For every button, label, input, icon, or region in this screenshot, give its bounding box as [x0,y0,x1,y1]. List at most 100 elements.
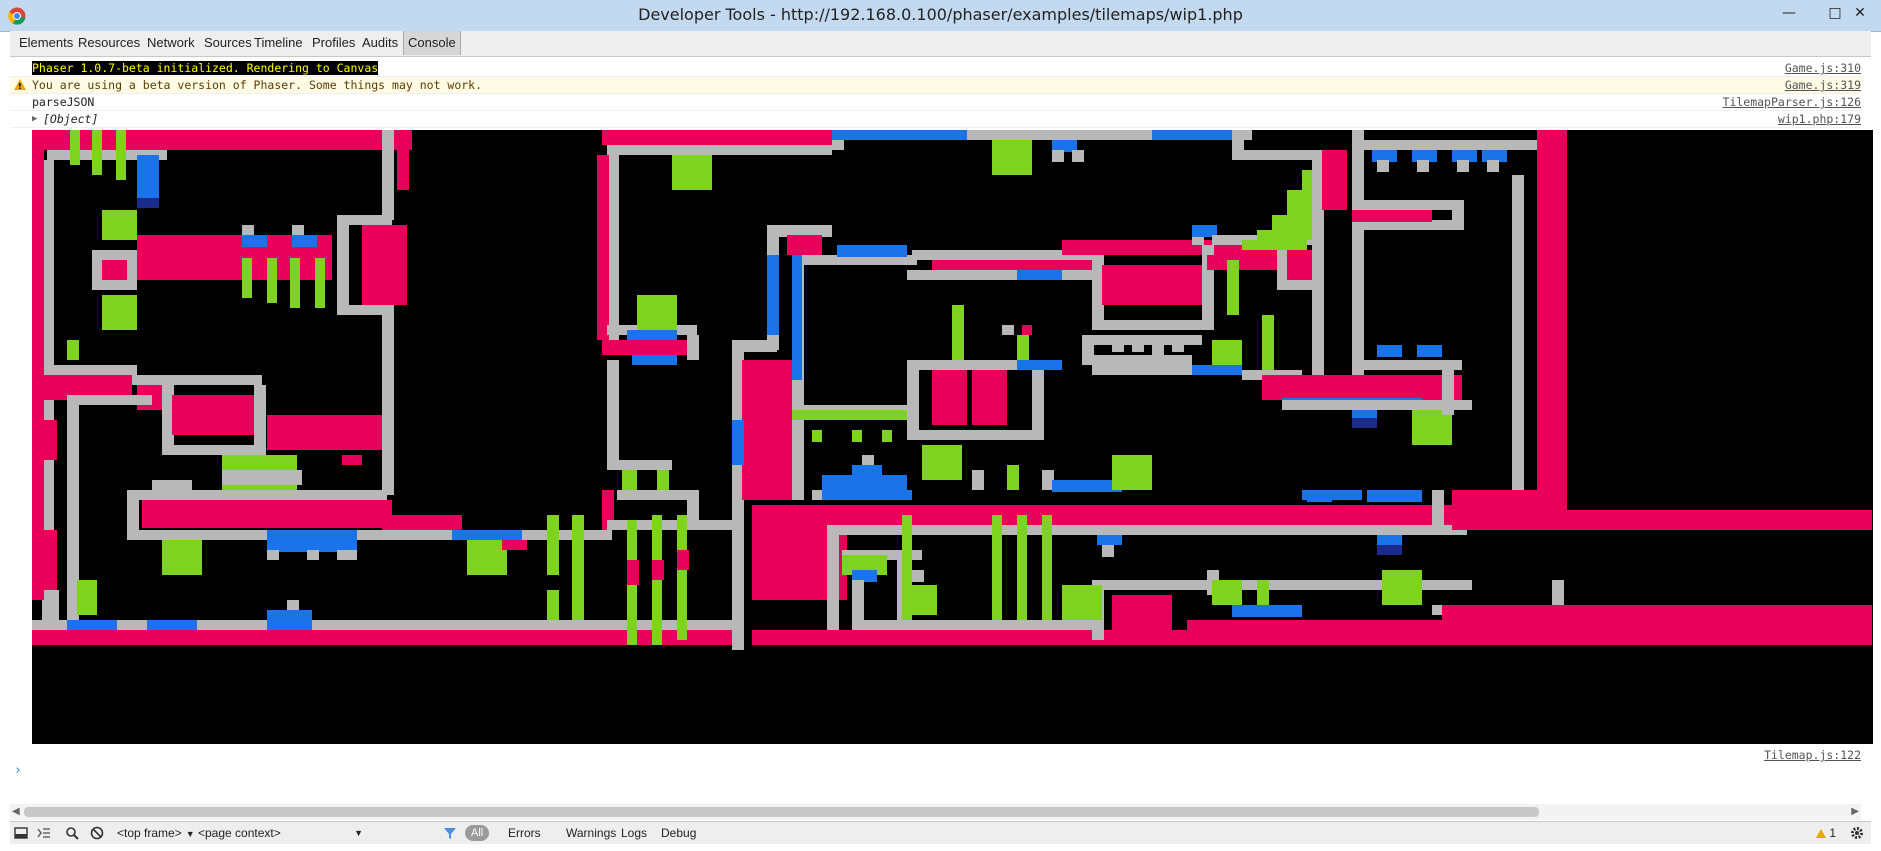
tile-block [147,620,197,630]
tile-block [837,245,907,257]
filter-errors-button[interactable]: Errors [508,822,541,844]
tile-block [852,430,862,442]
tile-block [47,590,59,630]
source-link[interactable]: Tilemap.js:122 [1764,747,1861,763]
tile-block [1352,210,1432,222]
tile-block [832,130,967,140]
tile-block [932,370,967,425]
message-text: [Object] [43,112,99,126]
tile-block [1487,160,1499,172]
tile-block [1272,215,1312,230]
source-link[interactable]: wip1.php:179 [1778,111,1861,127]
tile-block [1382,570,1422,605]
tile-block [287,600,299,610]
tile-block [852,620,1092,630]
tile-block [1377,545,1402,555]
filter-logs-button[interactable]: Logs [621,822,647,844]
tile-block [137,155,159,200]
tile-block [1112,340,1124,352]
tile-block [672,155,712,190]
warning-icon [14,79,26,95]
context-select[interactable]: <page context> ▼ [198,822,363,844]
tile-block [597,155,609,340]
source-link[interactable]: TilemapParser.js:126 [1723,94,1861,110]
tab-elements[interactable]: Elements [15,31,77,55]
tile-block [1512,175,1524,515]
tile-block [1417,345,1442,357]
tile-block [852,465,882,480]
tile-block [637,295,677,330]
tile-block [67,340,79,360]
tab-resources[interactable]: Resources [74,31,144,55]
tile-block [1257,230,1312,240]
minimize-button[interactable]: — [1766,0,1812,26]
tile-block [77,580,97,615]
tile-block [1377,345,1402,357]
tile-block [972,370,1007,425]
tile-block [1452,510,1872,530]
tile-block [952,305,964,360]
filter-warnings-button[interactable]: Warnings [566,822,616,844]
tile-block [397,150,409,190]
gear-icon[interactable] [1850,826,1864,840]
scroll-right-icon[interactable]: ▶ [1851,804,1859,820]
expand-triangle-icon[interactable]: ▶ [32,111,37,127]
source-link[interactable]: Game.js:310 [1785,60,1861,76]
tile-block [862,455,874,465]
tile-block [1017,360,1062,370]
tile-block [1172,340,1184,352]
tile-block [162,540,202,575]
console-drawer-icon[interactable] [37,826,51,840]
filter-icon[interactable] [443,826,457,840]
tile-block [767,255,779,335]
tab-network[interactable]: Network [143,31,199,55]
tab-timeline[interactable]: Timeline [250,31,307,55]
tile-block [1192,365,1242,375]
source-link[interactable]: Game.js:319 [1785,77,1861,93]
tile-block [1457,160,1469,172]
tile-block [607,460,672,470]
tile-block [1092,320,1212,330]
tab-audits[interactable]: Audits [358,31,402,55]
tile-block [632,355,677,365]
console-prompt-input[interactable]: › [14,763,22,778]
horizontal-scrollbar[interactable]: ◀ ▶ [10,804,1861,820]
tile-block [292,235,317,247]
tile-block [607,520,737,530]
console-object-message[interactable]: ▶ [Object] wip1.php:179 [10,111,1861,128]
tile-block [127,375,262,385]
window-title: Developer Tools - http://192.168.0.100/p… [638,5,1243,24]
close-button[interactable]: ✕ [1840,0,1880,26]
clear-console-icon[interactable] [90,826,104,840]
tile-block [290,258,300,308]
tile-block [47,365,137,375]
chevron-down-icon: ▼ [185,829,195,839]
tile-block [912,585,937,615]
tile-block [1062,585,1102,620]
tile-block [267,258,277,303]
tab-sources[interactable]: Sources [200,31,256,55]
tile-block [315,258,325,308]
tile-block [607,145,832,155]
tile-block [1442,370,1454,415]
tile-block [102,260,127,280]
filter-debug-button[interactable]: Debug [661,822,696,844]
filter-all-button[interactable]: All [465,825,490,841]
tile-block [1352,140,1552,150]
tile-block [1277,280,1317,290]
frame-select[interactable]: <top frame> ▼ [117,822,195,844]
scroll-left-icon[interactable]: ◀ [12,804,20,820]
search-icon[interactable] [65,826,79,840]
tile-block [912,570,924,582]
tile-block [852,580,864,625]
tile-block [307,550,319,560]
tile-block [1367,490,1422,502]
tile-block [792,410,907,420]
tile-block [32,130,44,600]
scrollbar-thumb[interactable] [24,807,1539,817]
tab-console[interactable]: Console [403,31,461,55]
tab-profiles[interactable]: Profiles [308,31,359,55]
tile-block [1232,150,1322,160]
dock-icon[interactable] [14,826,28,840]
warning-counter[interactable]: 1 [1816,822,1836,844]
